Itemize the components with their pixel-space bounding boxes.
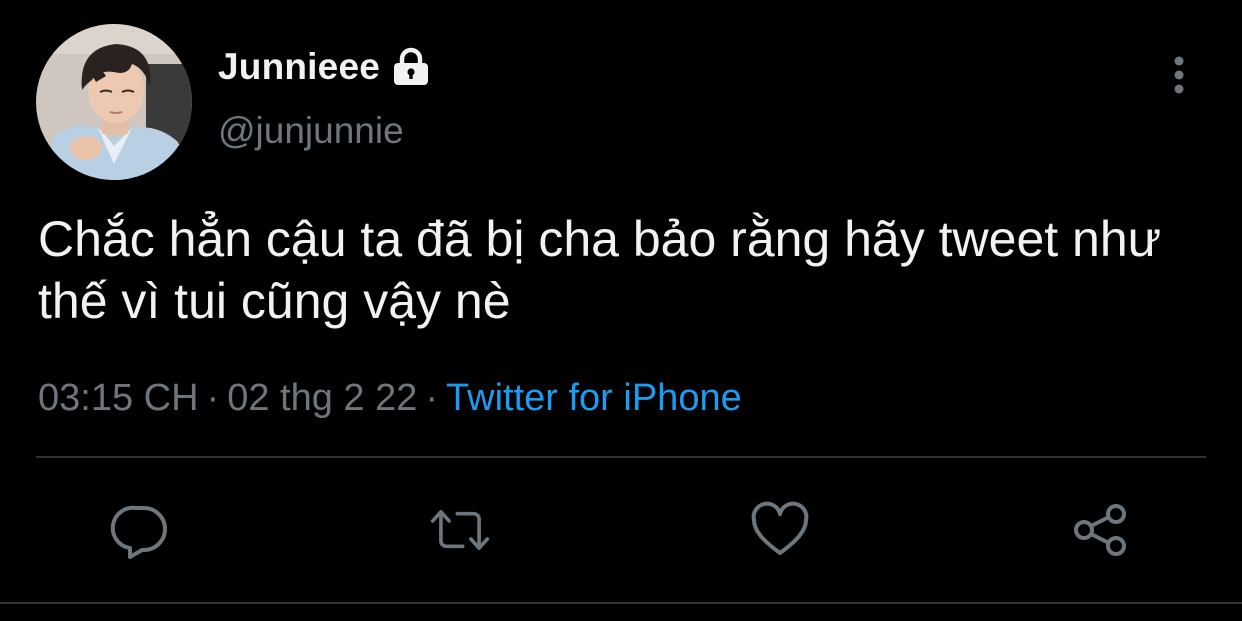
share-icon xyxy=(1074,504,1126,556)
avatar[interactable] xyxy=(36,24,192,180)
reply-button[interactable] xyxy=(110,500,170,560)
tweet-detail: Junnieee @junjunnie Chắc hẳn cậu ta đã b… xyxy=(0,0,1242,621)
tweet-time[interactable]: 03:15 CH xyxy=(38,377,199,419)
more-options-icon[interactable] xyxy=(1160,54,1198,96)
share-button[interactable] xyxy=(1070,500,1130,560)
avatar-photo xyxy=(36,24,192,180)
display-name[interactable]: Junnieee xyxy=(218,46,380,88)
like-icon xyxy=(751,501,809,555)
divider xyxy=(0,602,1242,604)
retweet-icon xyxy=(430,510,490,551)
author-handle[interactable]: @junjunnie xyxy=(218,110,404,152)
author-name-row[interactable]: Junnieee xyxy=(218,42,432,92)
meta-separator: · xyxy=(425,377,439,419)
divider xyxy=(36,456,1206,458)
reply-icon xyxy=(110,505,167,559)
tweet-meta: 03:15 CH · 02 thg 2 22 · Twitter for iPhone xyxy=(38,372,742,424)
lock-icon xyxy=(390,46,432,88)
like-button[interactable] xyxy=(750,500,810,560)
tweet-date[interactable]: 02 thg 2 22 xyxy=(227,377,417,419)
meta-separator: · xyxy=(206,377,220,419)
tweet-source-link[interactable]: Twitter for iPhone xyxy=(446,377,742,419)
tweet-text: Chắc hẳn cậu ta đã bị cha bảo rằng hãy t… xyxy=(38,211,1162,329)
retweet-button[interactable] xyxy=(430,500,490,560)
